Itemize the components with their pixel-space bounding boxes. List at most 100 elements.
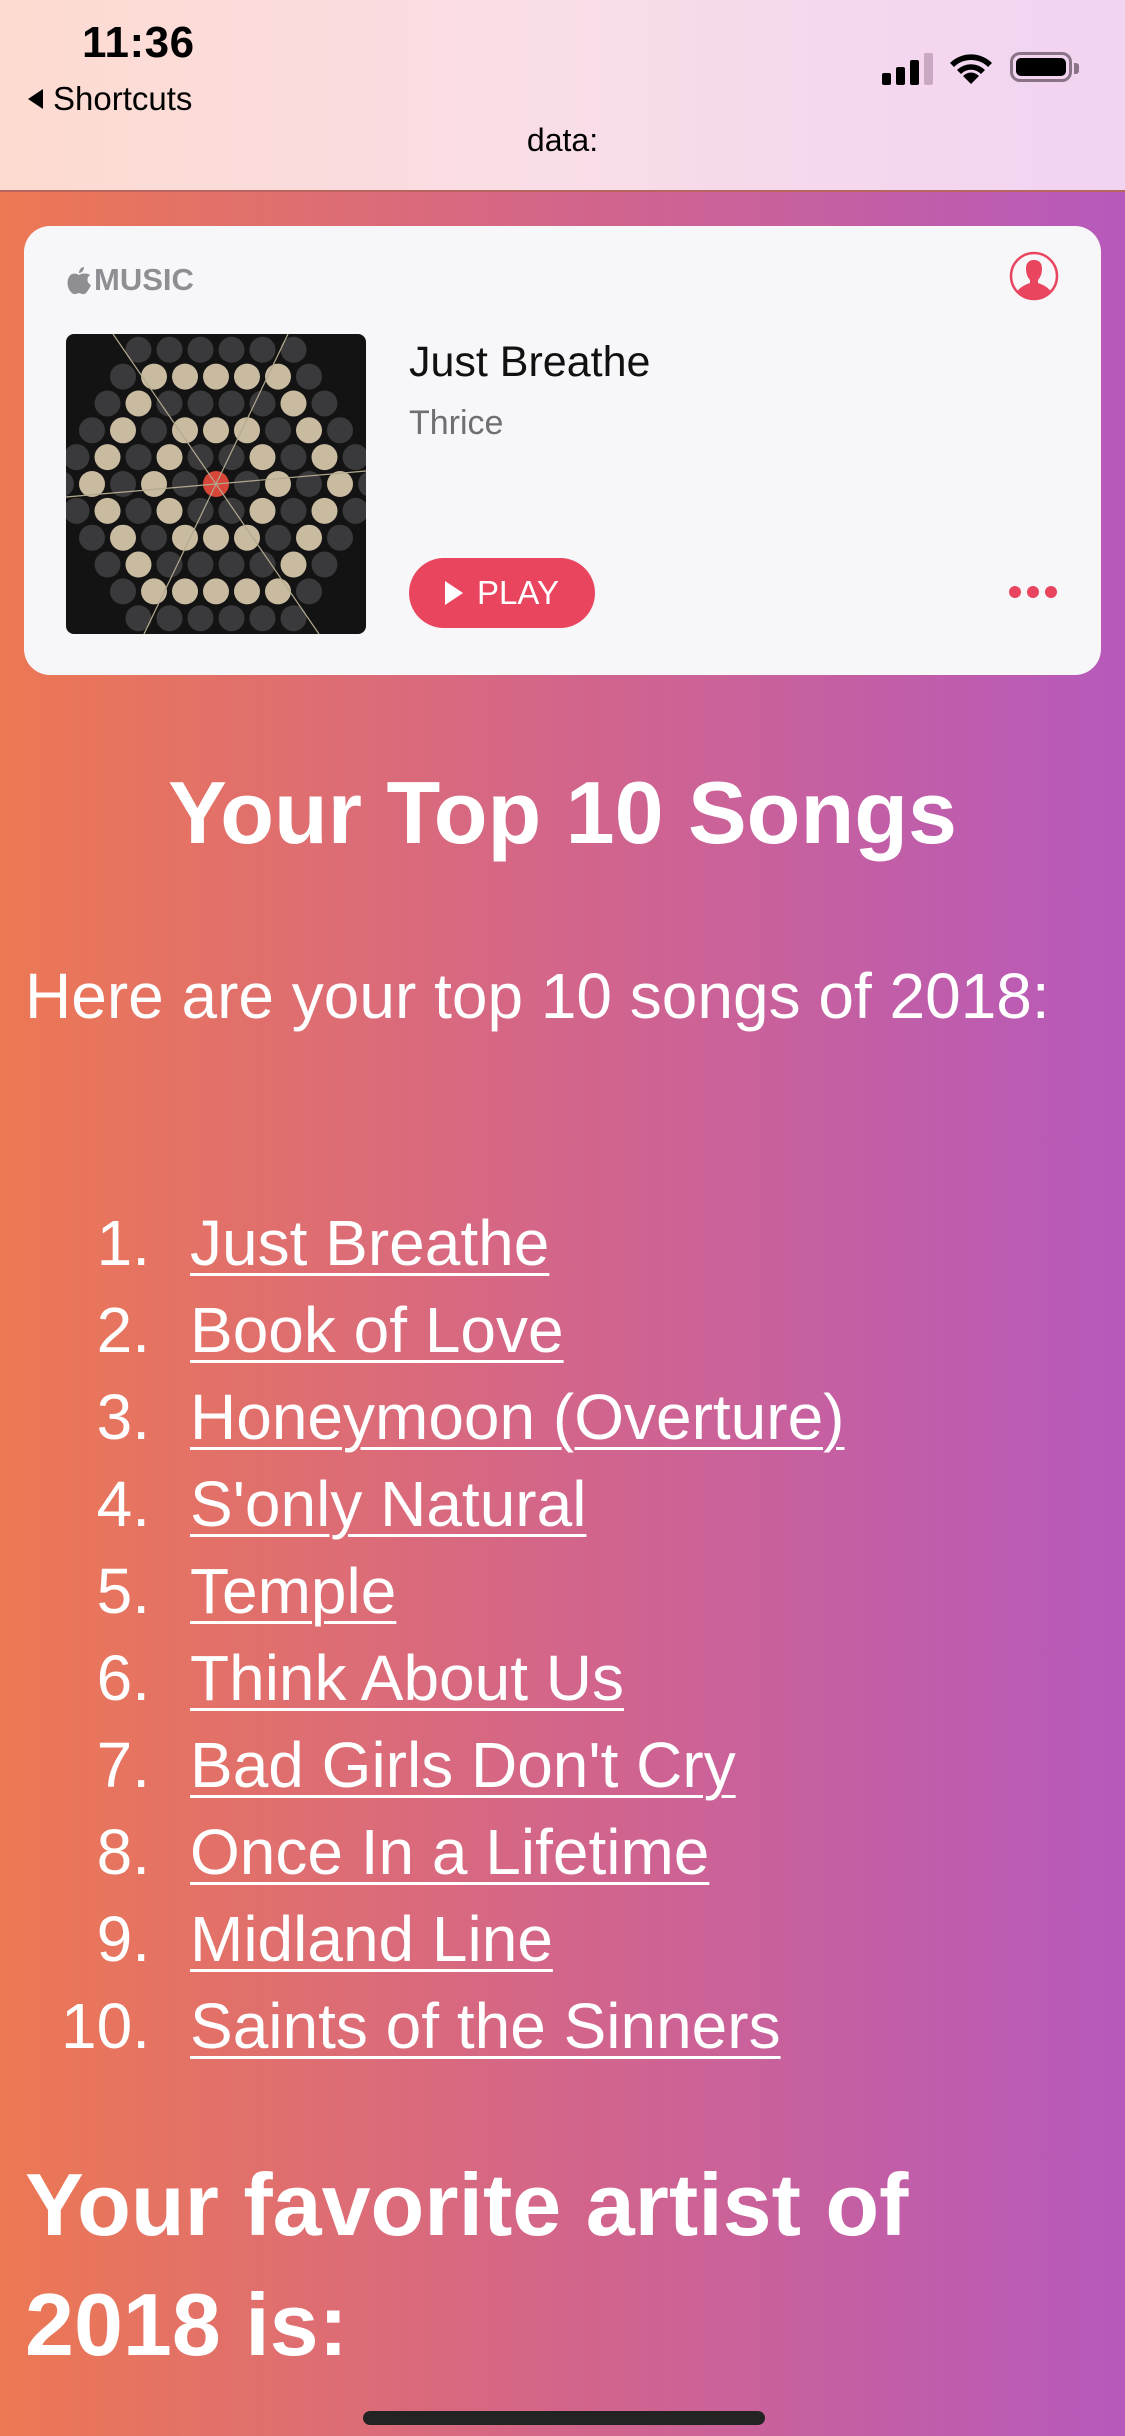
artwork-dot <box>203 417 229 444</box>
artwork-dot <box>311 551 338 578</box>
song-rank: 8. <box>96 1816 150 1888</box>
artwork-dot <box>79 471 105 497</box>
status-bar: 11:36 Shortcuts data: <box>0 0 1125 192</box>
artwork-dot <box>342 497 366 524</box>
artwork-dot <box>125 390 152 417</box>
artwork-dot <box>327 471 353 497</box>
artwork-dot <box>187 336 214 363</box>
song-list-item: 6. Think About Us <box>0 1635 1125 1722</box>
song-list-item: 7. Bad Girls Don't Cry <box>0 1722 1125 1809</box>
artwork-dot <box>156 444 183 471</box>
artwork-dot <box>249 444 276 471</box>
artwork-dot <box>66 497 90 524</box>
song-link[interactable]: Book of Love <box>190 1287 564 1374</box>
artwork-dot <box>187 551 214 578</box>
artwork-dot <box>187 605 214 632</box>
clock: 11:36 <box>82 18 195 67</box>
artwork-dot <box>280 551 307 578</box>
song-list-item: 1. Just Breathe <box>0 1200 1125 1287</box>
home-indicator[interactable] <box>363 2411 765 2425</box>
artwork-dot <box>110 417 136 444</box>
artwork-dot <box>203 524 229 551</box>
artwork-dot <box>110 524 136 551</box>
artwork-dot <box>311 390 338 417</box>
song-rank: 3. <box>96 1381 150 1453</box>
song-list-item: 4. S'only Natural <box>0 1461 1125 1548</box>
back-label: Shortcuts <box>53 80 193 117</box>
song-title: Just Breathe <box>409 338 651 386</box>
top-songs-heading: Your Top 10 Songs <box>168 763 957 862</box>
more-dot <box>1009 586 1021 598</box>
signal-bar <box>896 67 905 85</box>
artwork-dot <box>187 390 214 417</box>
artwork-dot <box>249 336 276 363</box>
artwork-dot <box>249 605 276 632</box>
song-link[interactable]: Saints of the Sinners <box>190 1983 781 2070</box>
artwork-dot <box>79 417 105 444</box>
artwork-dot <box>141 578 167 605</box>
signal-bar <box>924 53 933 85</box>
artwork-dot <box>342 444 366 471</box>
artwork-dot <box>249 390 276 417</box>
song-rank: 4. <box>96 1468 150 1540</box>
more-options-button[interactable] <box>1009 581 1069 603</box>
artwork-dot <box>296 417 322 444</box>
artwork-dot <box>311 444 338 471</box>
artwork-dot <box>265 471 291 497</box>
artwork-dot <box>141 363 167 390</box>
artwork-dot <box>358 472 366 496</box>
song-list-item: 10. Saints of the Sinners <box>0 1983 1125 2070</box>
artwork-dot <box>234 471 260 497</box>
song-link[interactable]: Honeymoon (Overture) <box>190 1374 844 1461</box>
top-songs-list: 1. Just Breathe 2. Book of Love 3. Honeymoon … <box>0 1200 1125 2070</box>
song-link[interactable]: Just Breathe <box>190 1200 549 1287</box>
song-list-item: 2. Book of Love <box>0 1287 1125 1374</box>
album-artwork[interactable] <box>66 334 366 634</box>
song-link[interactable]: Think About Us <box>190 1635 624 1722</box>
artwork-dot <box>156 605 183 632</box>
artwork-dot <box>172 578 198 605</box>
song-link[interactable]: Temple <box>190 1548 396 1635</box>
artwork-dot <box>172 471 198 497</box>
more-dot <box>1045 586 1057 598</box>
artwork-dot <box>203 363 229 390</box>
song-link[interactable]: Once In a Lifetime <box>190 1809 709 1896</box>
brand-label: MUSIC <box>94 262 194 297</box>
song-link[interactable]: Midland Line <box>190 1896 553 1983</box>
artwork-dot <box>218 444 245 471</box>
cellular-signal-icon <box>882 53 933 85</box>
artwork-dot <box>94 551 121 578</box>
song-list-item: 9. Midland Line <box>0 1896 1125 1983</box>
artwork-dot <box>187 497 214 524</box>
artwork-dot <box>296 578 322 605</box>
artwork-dot <box>156 336 183 363</box>
artwork-dot <box>141 417 167 444</box>
artwork-dot <box>66 444 90 471</box>
artwork-dot <box>141 471 167 497</box>
profile-icon[interactable] <box>1009 251 1059 301</box>
artwork-dot <box>296 363 322 390</box>
artwork-dot <box>94 444 121 471</box>
artwork-dot <box>156 551 183 578</box>
intro-text: Here are your top 10 songs of 2018: <box>25 960 1050 1032</box>
signal-bar <box>910 60 919 85</box>
artwork-dot <box>218 390 245 417</box>
artwork-dot <box>218 605 245 632</box>
artwork-dot <box>125 497 152 524</box>
play-icon <box>445 581 464 605</box>
artwork-dot <box>327 417 353 444</box>
song-artist[interactable]: Thrice <box>409 404 503 443</box>
back-to-shortcuts-button[interactable]: Shortcuts <box>28 80 192 118</box>
song-link[interactable]: Bad Girls Don't Cry <box>190 1722 736 1809</box>
page-url: data: <box>526 122 599 158</box>
play-button[interactable]: PLAY <box>409 558 595 628</box>
favorite-artist-heading: Your favorite artist of 2018 is: <box>25 2155 909 2374</box>
artwork-dot <box>234 578 260 605</box>
song-link[interactable]: S'only Natural <box>190 1461 586 1548</box>
artwork-dot <box>156 497 183 524</box>
artwork-dot <box>110 578 136 605</box>
album-artwork-image <box>66 334 366 634</box>
more-dot <box>1027 586 1039 598</box>
battery-nub <box>1074 63 1079 74</box>
artwork-dot <box>265 417 291 444</box>
